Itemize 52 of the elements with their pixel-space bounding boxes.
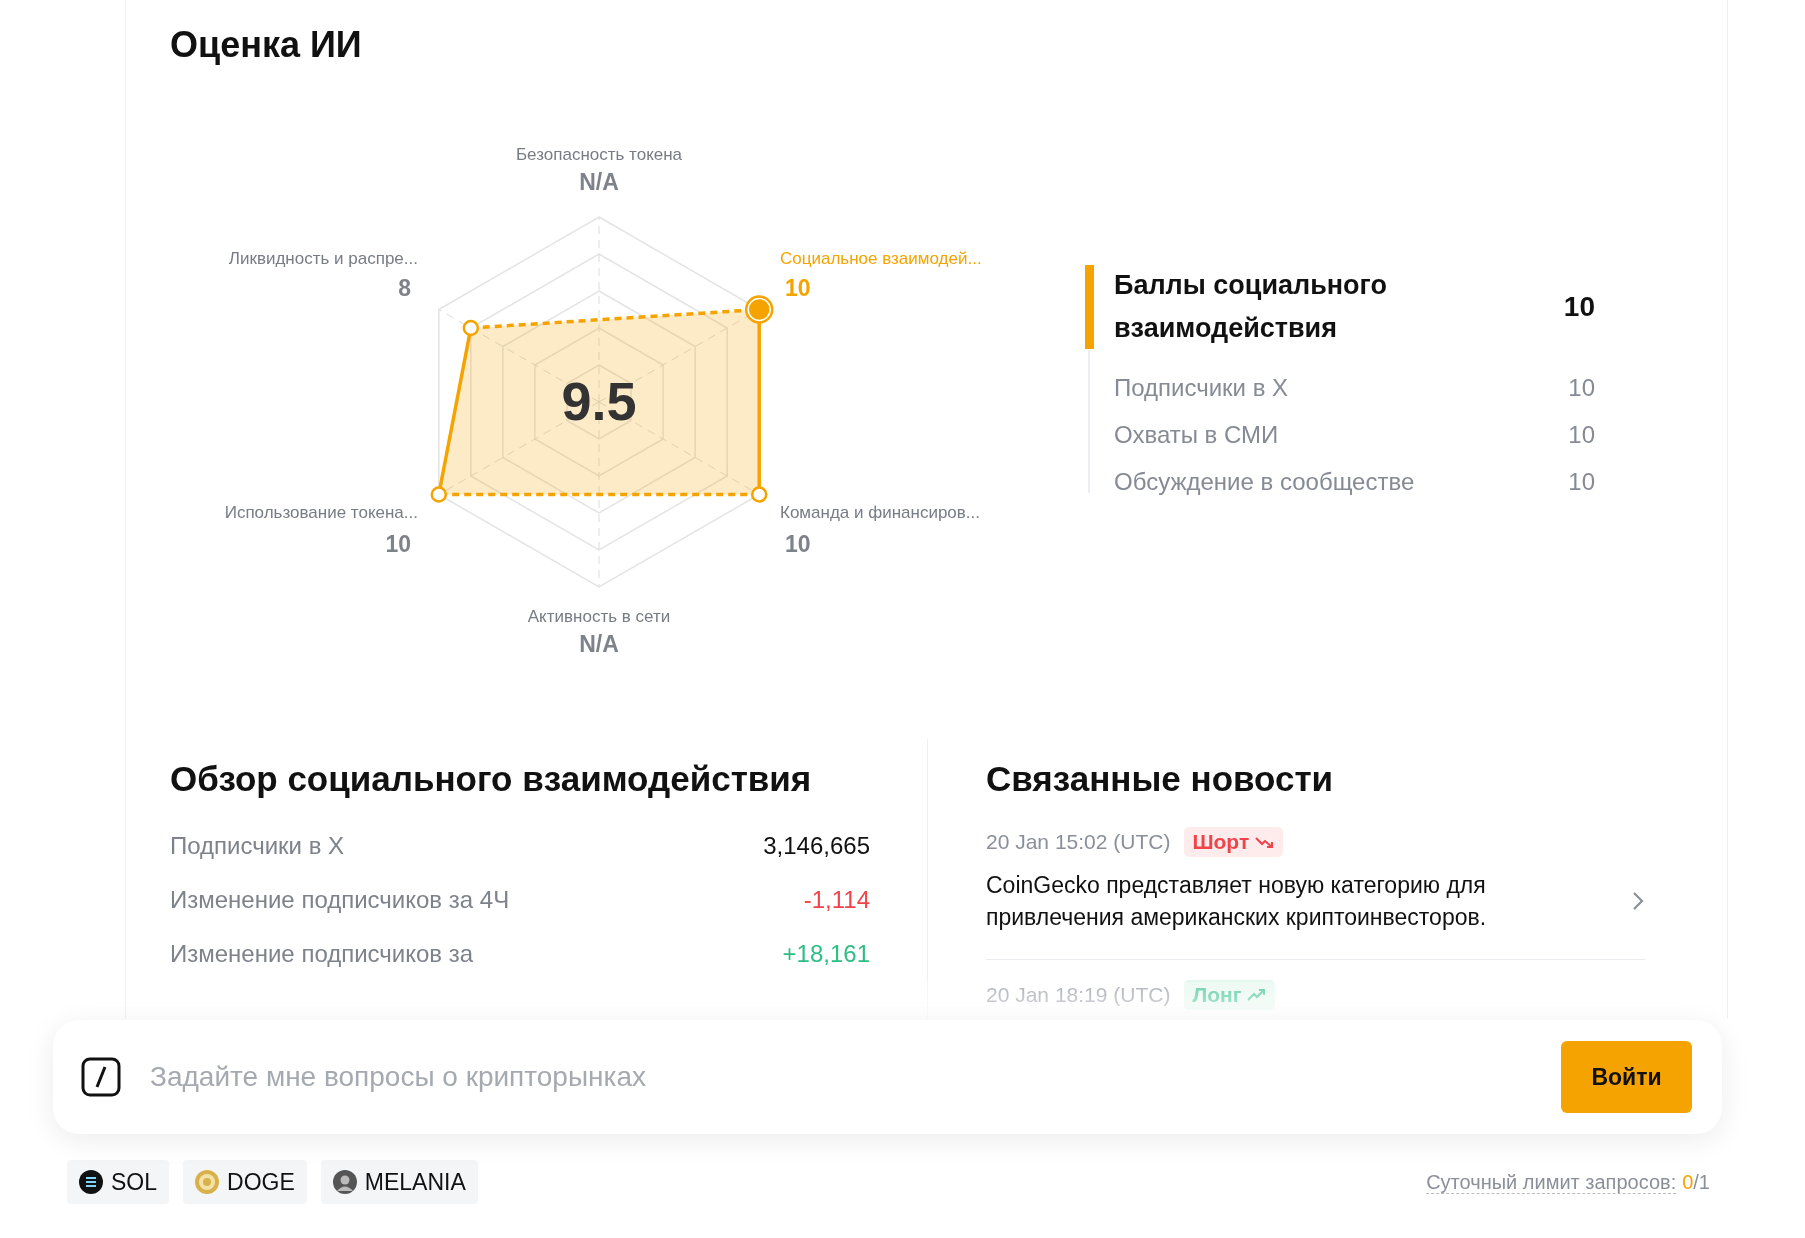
metric-label: Изменение подписчиков за xyxy=(170,939,475,969)
axis-score: 10 xyxy=(785,275,811,301)
breakdown-value: 10 xyxy=(1568,420,1595,449)
breakdown-label: Подписчики в X xyxy=(1114,373,1289,402)
axis-label: Безопасность токена xyxy=(515,145,683,164)
login-button[interactable]: Войти xyxy=(1561,1041,1692,1113)
metric-value: -1,114 xyxy=(803,885,870,915)
breakdown-label: Охваты в СМИ xyxy=(1114,420,1279,449)
chevron-right-icon[interactable] xyxy=(1631,890,1645,912)
axis-score: N/A xyxy=(579,631,619,657)
axis-label: Ликвидность и распре... xyxy=(228,249,418,268)
daily-limit: Суточный лимит запросов: 0/1 xyxy=(1426,1170,1710,1194)
axis-label: Использование токена... xyxy=(224,503,418,522)
trend-down-icon xyxy=(1255,835,1276,849)
breakdown-label: Обсуждение в сообществе xyxy=(1114,467,1415,496)
metric-label: Подписчики в X xyxy=(170,831,346,861)
overall-score: 9.5 xyxy=(561,371,637,431)
axis-score: N/A xyxy=(579,169,619,195)
section-title: Обзор социального взаимодействия xyxy=(170,759,813,799)
signal-tag: Лонг xyxy=(1184,980,1276,1010)
coin-icon xyxy=(79,1170,103,1194)
score-point[interactable] xyxy=(750,486,768,503)
avatar-icon xyxy=(332,1170,357,1194)
news-headline[interactable]: CoinGecko представляет новую категорию для привлечения американских криптоинвесторов. xyxy=(986,869,1626,933)
section-title: Связанные новости xyxy=(986,759,1335,799)
axis-label: Команда и финансиров... xyxy=(780,503,981,522)
news-time: 20 Jan 15:02 (UTC) xyxy=(986,830,1171,854)
score-point[interactable] xyxy=(462,319,480,337)
breakdown-score: 10 xyxy=(1563,291,1595,323)
coin-chip[interactable]: MELANIA xyxy=(320,1160,478,1204)
axis-label: Активность в сети xyxy=(527,607,671,626)
metric-value: +18,161 xyxy=(782,939,870,969)
axis-label: Социальное взаимодей... xyxy=(780,249,982,268)
breakdown-title: Баллы социального взаимодействия xyxy=(1114,269,1388,345)
score-point[interactable] xyxy=(430,486,448,503)
metric-label: Изменение подписчиков за 4Ч xyxy=(170,885,510,915)
metric-value: 3,146,665 xyxy=(763,831,870,861)
breakdown-value: 10 xyxy=(1568,467,1595,496)
coin-chip[interactable]: SOL xyxy=(67,1160,170,1204)
axis-score: 10 xyxy=(785,531,811,557)
slash-icon xyxy=(80,1056,122,1098)
coin-icon xyxy=(195,1170,220,1194)
news-time: 20 Jan 18:19 (UTC) xyxy=(986,983,1171,1007)
question-input[interactable]: Задайте мне вопросы о крипторынках xyxy=(148,1060,1535,1094)
axis-score: 10 xyxy=(385,531,411,557)
breakdown-value: 10 xyxy=(1568,373,1595,402)
signal-tag: Шорт xyxy=(1184,827,1284,857)
axis-score: 8 xyxy=(398,275,411,301)
coin-chip[interactable]: DOGE xyxy=(183,1160,307,1204)
score-point[interactable] xyxy=(744,295,774,324)
trend-up-icon xyxy=(1247,988,1268,1002)
section-title: Оценка ИИ xyxy=(170,23,363,67)
